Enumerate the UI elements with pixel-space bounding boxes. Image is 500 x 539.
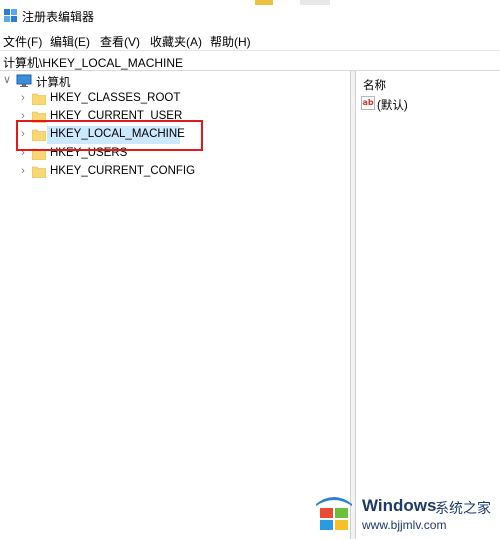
tree-node-computer[interactable]: ∨ 计算机 bbox=[0, 72, 200, 90]
menu-help[interactable]: 帮助(H) bbox=[210, 33, 251, 50]
address-bar[interactable]: 计算机\HKEY_LOCAL_MACHINE bbox=[0, 50, 500, 71]
regedit-icon bbox=[4, 9, 17, 22]
taskbar-strip bbox=[255, 0, 273, 5]
chevron-right-icon[interactable]: › bbox=[18, 92, 28, 104]
watermark: Windows 系统之家 www.bjjmlv.com bbox=[310, 490, 500, 536]
tree-label: HKEY_CLASSES_ROOT bbox=[50, 92, 181, 104]
menu-bar: 文件(F) 编辑(E) 查看(V) 收藏夹(A) 帮助(H) bbox=[0, 30, 500, 50]
menu-favorites[interactable]: 收藏夹(A) bbox=[150, 33, 202, 50]
watermark-brand: Windows bbox=[362, 496, 437, 515]
annotation-highlight-box bbox=[16, 120, 203, 151]
menu-edit[interactable]: 编辑(E) bbox=[50, 33, 90, 50]
taskbar-strip bbox=[300, 0, 330, 5]
tree-node-hkey-classes-root[interactable]: › HKEY_CLASSES_ROOT bbox=[0, 90, 200, 108]
watermark-brand-cn: 系统之家 bbox=[435, 500, 491, 516]
windows-logo-icon bbox=[316, 497, 352, 530]
address-path: 计算机\HKEY_LOCAL_MACHINE bbox=[3, 56, 184, 70]
tree-label: HKEY_CURRENT_CONFIG bbox=[50, 165, 196, 177]
column-header-name[interactable]: 名称 bbox=[363, 77, 386, 93]
value-name: (默认) bbox=[377, 100, 408, 112]
string-value-icon: ab bbox=[361, 96, 375, 110]
computer-icon bbox=[16, 74, 32, 87]
tree-node-hkey-current-config[interactable]: › HKEY_CURRENT_CONFIG bbox=[0, 163, 200, 181]
tree-label: 计算机 bbox=[36, 77, 71, 89]
menu-view[interactable]: 查看(V) bbox=[100, 33, 140, 50]
values-list-pane[interactable]: 名称 ab (默认) bbox=[355, 71, 500, 539]
folder-icon bbox=[32, 166, 46, 178]
menu-file[interactable]: 文件(F) bbox=[3, 33, 42, 50]
title-bar: 注册表编辑器 bbox=[0, 0, 500, 30]
window-title: 注册表编辑器 bbox=[22, 10, 95, 24]
chevron-down-icon[interactable]: ∨ bbox=[2, 74, 12, 86]
watermark-url: www.bjjmlv.com bbox=[362, 518, 447, 532]
chevron-right-icon[interactable]: › bbox=[18, 165, 28, 177]
folder-icon bbox=[32, 93, 46, 105]
